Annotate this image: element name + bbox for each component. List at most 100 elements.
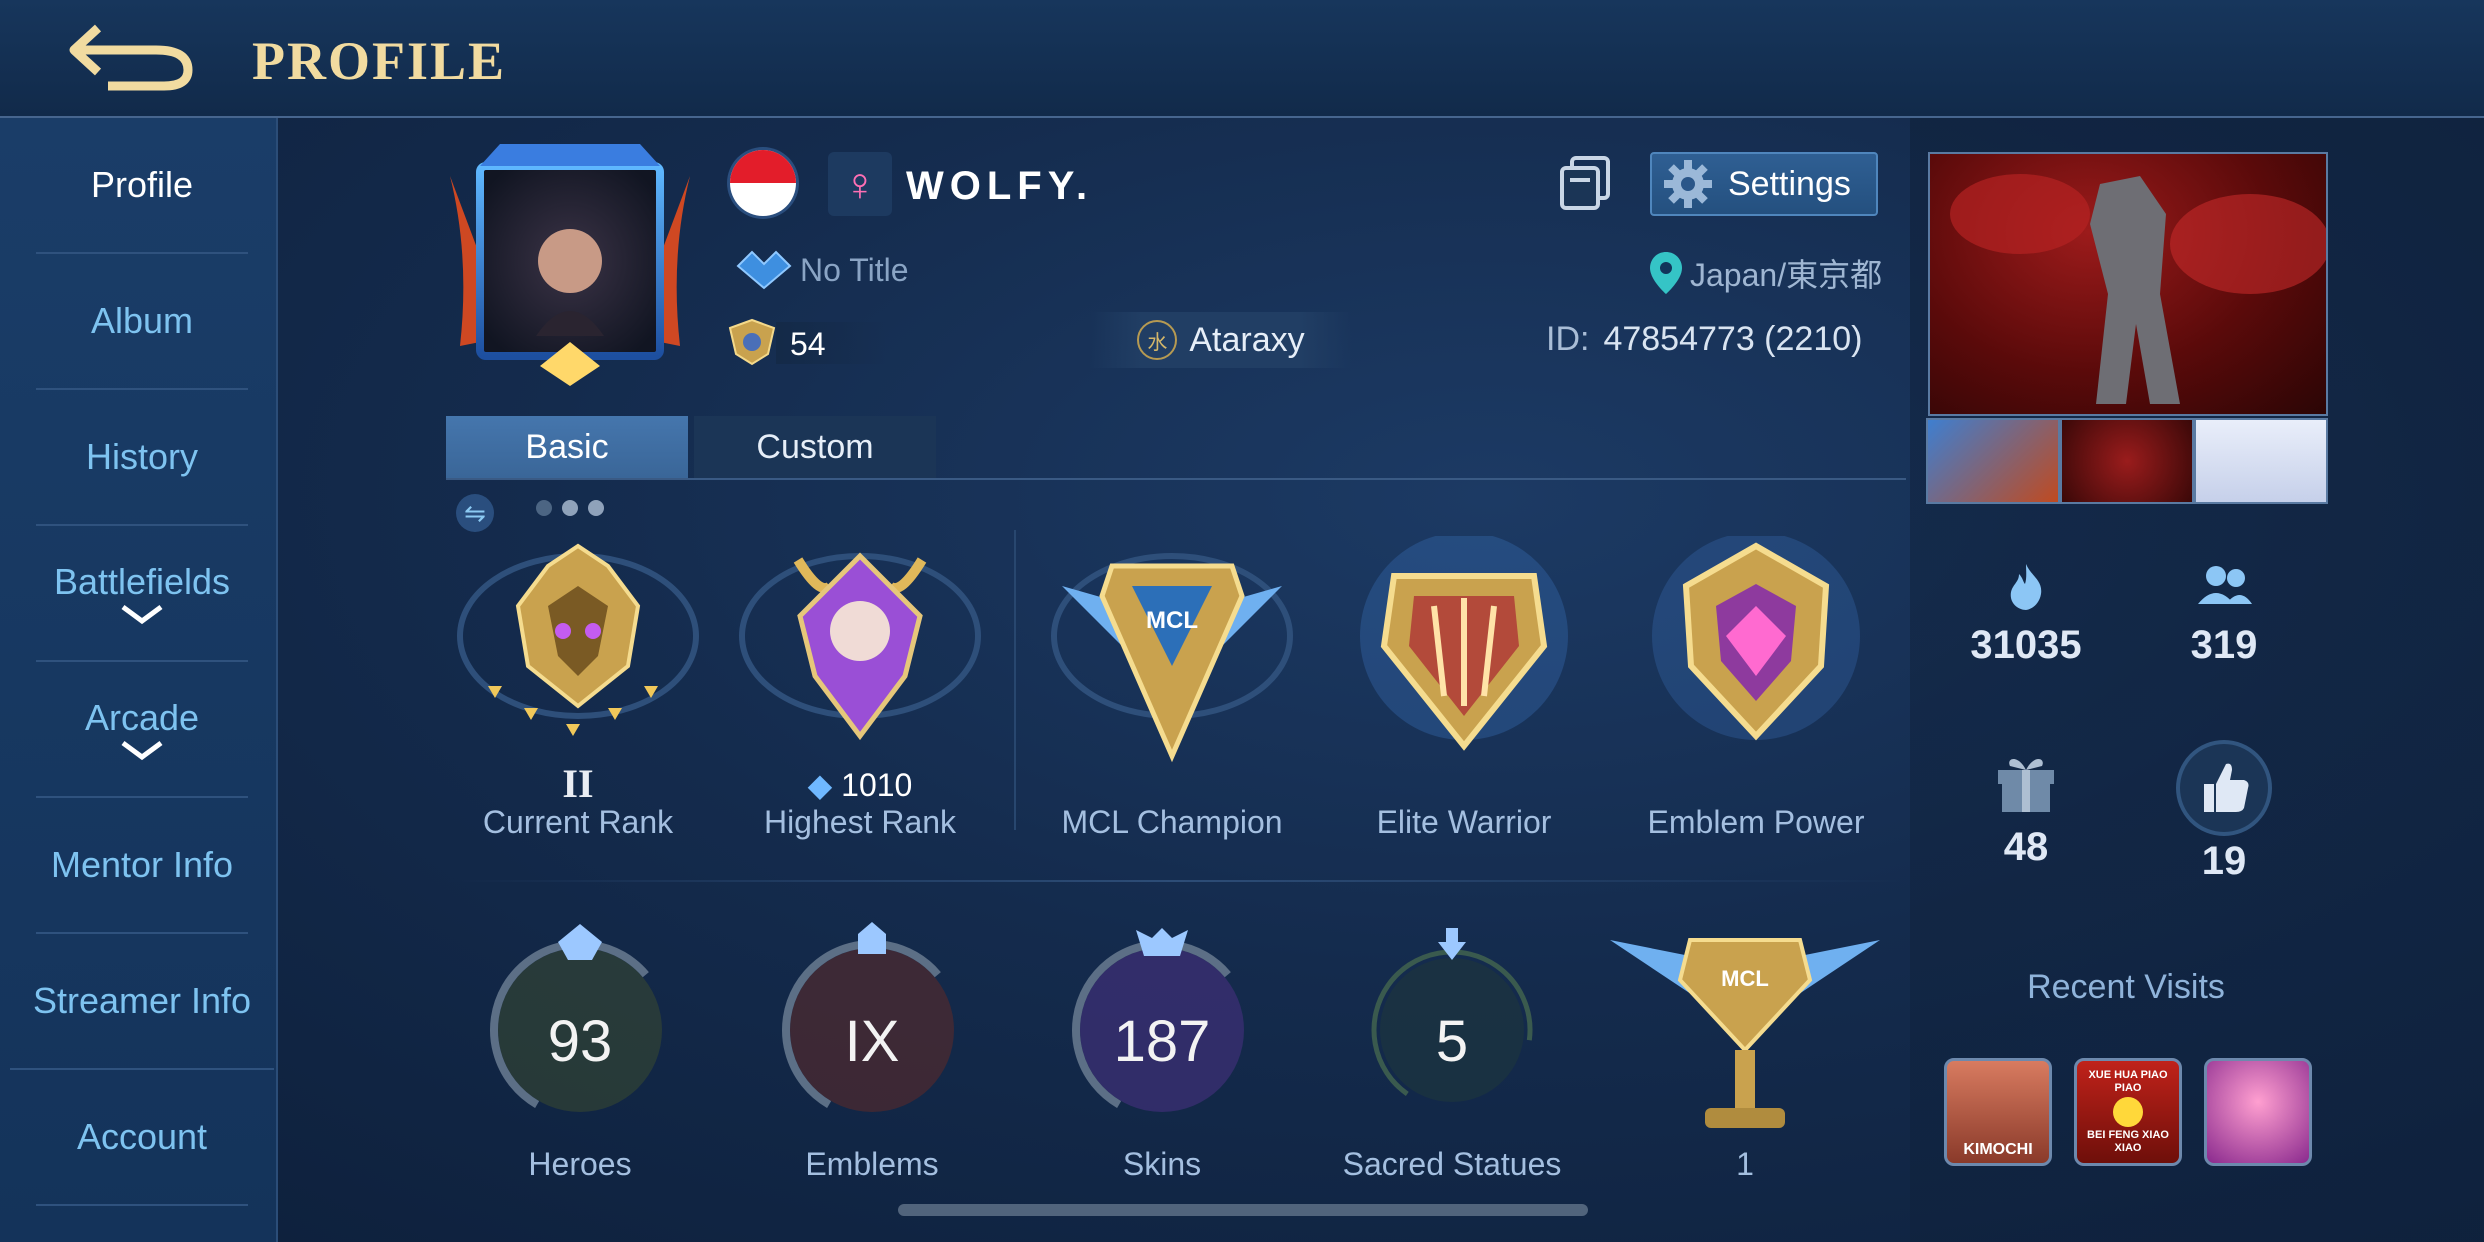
page-dot [536,500,552,516]
sacred-statues-stat[interactable]: 5 Sacred Statues [1342,920,1562,1190]
share-card-icon[interactable] [1558,154,1612,212]
visitor-caption: BEI FENG XIAO XIAO [2087,1129,2169,1154]
gear-icon [1664,160,1712,208]
elite-warrior-badge[interactable]: Elite Warrior [1334,536,1594,866]
thumbs-up-icon [2176,740,2272,836]
badge-label: Current Rank [482,804,674,840]
sidebar-item-label: Profile [90,164,194,205]
sidebar-item-account[interactable]: Account [36,1070,248,1206]
settings-button[interactable]: Settings [1650,152,1878,216]
visitor-caption: XUE HUA PIAO PIAO [2088,1069,2168,1094]
chevron-down-icon [121,740,163,761]
player-title: No Title [800,252,909,288]
sidebar-item-profile[interactable]: Profile [36,118,248,254]
emblems-stat[interactable]: IX Emblems [762,920,982,1190]
visitor-caption: KIMOCHI [1963,1141,2033,1158]
recent-visitor-avatar[interactable]: KIMOCHI [1944,1058,2052,1166]
back-arrow-icon[interactable] [68,18,198,92]
stat-label: Skins [1122,1146,1202,1182]
gender-icon: ♀ [828,152,892,216]
player-location[interactable]: Japan/東京都 [1648,250,1882,296]
gifts-value: 48 [2003,825,2049,869]
heroes-stat[interactable]: 93 Heroes [470,920,690,1190]
followers-stat[interactable]: 319 [2144,562,2304,668]
badge-divider [1014,530,1016,830]
mcl-trophy-stat[interactable]: MCL 1 [1600,920,1890,1190]
stat-value: IX [844,1009,900,1074]
player-level: 54 [790,326,826,362]
elite-warrior-emblem-icon [1360,536,1568,751]
popularity-value: 31035 [1970,623,2082,667]
mcl-trophy-icon: MCL [1610,938,1880,1128]
mythic-glory-emblem-icon [739,552,981,741]
tab-basic[interactable]: Basic [446,416,688,478]
sidebar-nav: Profile Album History Battlefields Arcad… [0,118,278,1242]
level-badge-icon [728,318,776,366]
squad-icon: 水 [1137,320,1178,360]
sidebar-item-label: Album [90,300,194,341]
recent-visitor-avatar[interactable]: XUE HUA PIAO PIAO BEI FENG XIAO XIAO [2074,1058,2182,1166]
sidebar-item-streamer-info[interactable]: Streamer Info [10,934,274,1070]
badge-label: Highest Rank [763,804,957,840]
stat-label: Heroes [528,1146,632,1182]
album-thumbnail[interactable] [1926,418,2060,504]
album-main-photo[interactable] [1928,152,2328,416]
diamond-icon: ◆ [807,767,833,803]
current-rank-badge[interactable]: II Current Rank [448,536,708,866]
badge-label: MCL Champion [1061,804,1283,840]
title-icon [736,250,792,290]
stat-value: 5 [1435,1009,1469,1074]
top-bar: PROFILE [0,0,2484,118]
fire-icon [2010,564,2042,610]
highest-rank-badge[interactable]: ◆ 1010 Highest Rank [730,536,990,866]
sidebar-item-label: Battlefields [53,561,231,602]
tab-custom[interactable]: Custom [694,416,936,478]
sidebar-item-label: Mentor Info [50,844,234,885]
svg-text:MCL: MCL [1721,966,1769,991]
sidebar-item-album[interactable]: Album [36,254,248,390]
avatar[interactable] [440,136,700,386]
tabs-divider [446,478,1906,480]
visitor-face [2113,1097,2143,1127]
sidebar-item-history[interactable]: History [36,390,248,526]
location-pin-icon [1650,252,1682,294]
highest-rank-points: ◆ 1010 [730,766,990,804]
recent-visits-title: Recent Visits [2027,968,2225,1006]
sidebar-item-label: Account [76,1116,208,1157]
gift-icon [1998,759,2054,812]
page-indicator [536,500,604,516]
followers-value: 319 [2190,623,2258,667]
gifts-stat[interactable]: 48 [1946,752,2106,870]
hero-figure-image [1950,174,2326,404]
country-flag [730,150,796,216]
emblem-power-crest-icon [1652,536,1860,741]
page-dot [588,500,604,516]
emblem-power-badge[interactable]: Emblem Power [1626,536,1886,866]
sidebar-item-arcade[interactable]: Arcade [36,662,248,798]
album-thumbnail[interactable] [2060,418,2194,504]
friends-icon [2198,566,2252,604]
stat-value: 93 [547,1009,613,1074]
id-label: ID: [1546,320,1590,358]
sidebar-item-battlefields[interactable]: Battlefields [36,526,248,662]
stat-label: 1 [1736,1146,1754,1182]
highest-points-value: 1010 [841,767,913,803]
likes-value: 19 [2201,839,2247,883]
likes-stat[interactable]: 19 [2144,738,2304,884]
stat-label: Emblems [805,1146,939,1182]
player-id[interactable]: ID: 47854773 (2210) [1546,320,1862,359]
horizontal-scrollbar[interactable] [898,1204,1588,1216]
swap-icon[interactable]: ⇋ [456,494,494,532]
popularity-stat: 31035 [1946,562,2106,668]
mcl-champion-badge[interactable]: MCL MCL Champion [1042,536,1302,866]
squad-tag[interactable]: 水 Ataraxy [1090,312,1352,368]
player-name: WOLFY. [906,164,1094,208]
sidebar-item-label: Streamer Info [32,980,252,1021]
recent-visitor-avatar[interactable] [2204,1058,2312,1166]
stat-value: 187 [1113,1009,1211,1074]
album-thumbnail[interactable] [2194,418,2328,504]
sidebar-item-mentor-info[interactable]: Mentor Info [36,798,248,934]
chevron-down-icon [121,604,163,625]
sidebar-item-label: History [85,436,198,477]
skins-stat[interactable]: 187 Skins [1052,920,1272,1190]
